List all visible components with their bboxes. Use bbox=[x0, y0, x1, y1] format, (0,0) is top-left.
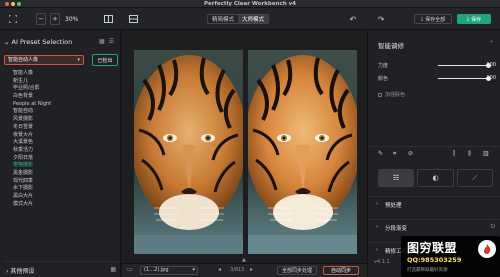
strength-slider[interactable]: 力度 100 bbox=[378, 61, 496, 69]
other-presets-label: › 其他预设 bbox=[6, 268, 35, 275]
preset-item[interactable]: 黑金摄影 bbox=[4, 170, 116, 178]
grid-view-icon[interactable]: ▦ bbox=[99, 38, 105, 45]
file-dropdown[interactable]: (1…2).jpg ▾ bbox=[140, 266, 198, 275]
chevron-right-icon: › bbox=[376, 224, 379, 230]
filmstrip-bar: ▭ (1…2).jpg ▾ ◂ 3/815 ▸ 全部同步处理 自动同步 bbox=[122, 263, 367, 277]
crop-icon[interactable]: ⌗ bbox=[393, 150, 396, 158]
preset-item[interactable]: 大溪景色 bbox=[4, 139, 116, 147]
chevron-right-icon: › bbox=[6, 268, 9, 275]
align-icon[interactable]: ⫿ bbox=[453, 150, 455, 158]
chevron-down-icon: ▾ bbox=[192, 267, 195, 273]
palette-icon: ◐ bbox=[432, 174, 439, 182]
preset-item[interactable]: 模式大片 bbox=[4, 201, 116, 209]
left-header-icons: ▦ ☰ bbox=[99, 38, 114, 45]
adjust-icon[interactable]: ⊘ bbox=[408, 150, 413, 157]
original-photo[interactable] bbox=[134, 50, 243, 254]
save-button[interactable]: ⤓ 保存 bbox=[457, 14, 491, 24]
tiger-image bbox=[134, 50, 243, 254]
split-view-icon[interactable] bbox=[128, 13, 138, 25]
preset-item[interactable]: 智能人像 bbox=[4, 70, 116, 78]
undo-icon[interactable]: ↶ bbox=[348, 13, 358, 25]
version-label: v4.1.1 bbox=[374, 259, 390, 265]
slider-track[interactable] bbox=[438, 75, 491, 81]
chevron-right-icon: › bbox=[376, 247, 379, 253]
sliders-icon: ☷ bbox=[393, 174, 400, 182]
compare-icon[interactable]: ⫼ bbox=[468, 150, 471, 158]
adjust-tabs: ☷ ◐ ⟋ bbox=[378, 169, 493, 187]
flame-logo-icon bbox=[478, 240, 496, 258]
image-workspace: ▲ bbox=[122, 30, 367, 263]
collapse-icon[interactable]: ⌃ bbox=[489, 40, 494, 47]
tab-sliders[interactable]: ☷ bbox=[378, 169, 415, 187]
download-icon: ⤓ bbox=[420, 16, 424, 22]
grid-view-icon[interactable]: ▦ bbox=[110, 266, 116, 273]
title-bar: Perfectly Clear Workbench v4 bbox=[0, 0, 500, 8]
save-label: 保存 bbox=[471, 16, 482, 23]
comparison-view bbox=[134, 50, 357, 254]
preset-item[interactable]: 冬日雪景 bbox=[4, 124, 116, 132]
zoom-out-button[interactable]: − bbox=[36, 13, 46, 25]
compare-view-icon[interactable] bbox=[103, 13, 113, 25]
mode-master-tab[interactable]: 大师模式 bbox=[238, 15, 269, 23]
filmstrip-toggle-icon[interactable]: ▭ bbox=[127, 266, 133, 273]
wand-icon: ⟋ bbox=[472, 173, 478, 182]
panel-icon[interactable]: ▥ bbox=[483, 150, 489, 157]
chevron-down-icon: ⌄ bbox=[4, 38, 10, 46]
smart-adjust-title: 智能调修 bbox=[378, 42, 404, 50]
watermark-qq: QQ:985303259 bbox=[407, 256, 462, 264]
preset-dropdown-value: 智能自动人像 bbox=[8, 57, 39, 63]
preset-item[interactable]: 毕业照/合影 bbox=[4, 85, 116, 93]
sync-all-button[interactable]: 全部同步处理 bbox=[277, 266, 317, 275]
save-all-label: 保存全部 bbox=[425, 16, 446, 23]
left-panel: ⌄ AI Preset Selection ▦ ☰ 智能自动人像 ▾ 已检出 智… bbox=[0, 30, 121, 277]
ai-preset-header[interactable]: ⌄ AI Preset Selection bbox=[4, 38, 72, 46]
chevron-right-icon: › bbox=[376, 201, 379, 207]
preset-item[interactable]: 宠物摄影 bbox=[4, 162, 116, 170]
enhance-skin-checkbox[interactable]: 加强肤色 bbox=[378, 91, 405, 98]
preset-item[interactable]: 智能自动 bbox=[4, 108, 116, 116]
processed-photo[interactable] bbox=[248, 50, 357, 254]
watermark-overlay: 图穷联盟 QQ:985303259 打造最稀缺最好资源 bbox=[401, 236, 500, 277]
watermark-title: 图穷联盟 bbox=[407, 241, 458, 255]
watermark-subtitle: 打造最稀缺最好资源 bbox=[407, 268, 448, 273]
preset-item[interactable]: 风景摄影 bbox=[4, 116, 116, 124]
toggle-icon[interactable]: ⏻ bbox=[491, 224, 495, 231]
slider-track[interactable] bbox=[438, 62, 491, 68]
toolbar: − + 30% 精简模式 大师模式 ↶ ↷ ⤓ 保存全部 ⤓ 保存 bbox=[0, 8, 500, 30]
checkbox[interactable] bbox=[378, 92, 382, 97]
other-presets-section[interactable]: › 其他预设 ▦ bbox=[4, 261, 118, 275]
next-image-icon[interactable]: ▸ bbox=[250, 266, 253, 273]
save-all-button[interactable]: ⤓ 保存全部 bbox=[414, 14, 452, 24]
preset-item[interactable]: 白色背景 bbox=[4, 93, 116, 101]
fit-screen-icon[interactable] bbox=[8, 13, 18, 25]
preset-list: 智能人像 新生儿 毕业照/合影 白色背景 People at Night 智能自动 风景摄影… bbox=[4, 70, 116, 208]
window-title: Perfectly Clear Workbench v4 bbox=[204, 1, 296, 7]
tool-icon-row: ✎ ⌗ ⊘ ⫿ ⫼ ▥ bbox=[368, 146, 500, 158]
edit-icon[interactable]: ✎ bbox=[378, 150, 383, 157]
download-icon: ⤓ bbox=[466, 16, 470, 22]
ai-preset-title: AI Preset Selection bbox=[11, 38, 73, 46]
tiger-image bbox=[248, 50, 357, 254]
tab-looks[interactable]: ◐ bbox=[417, 169, 454, 187]
preset-item[interactable]: 黑白大片 bbox=[4, 193, 116, 201]
file-counter: 3/815 bbox=[230, 267, 245, 273]
preset-dropdown[interactable]: 智能自动人像 ▾ bbox=[4, 55, 84, 65]
preset-item[interactable]: 秋季活力 bbox=[4, 147, 116, 155]
file-name: (1…2).jpg bbox=[144, 267, 169, 273]
previous-image-icon[interactable]: ◂ bbox=[218, 266, 221, 273]
redo-icon[interactable]: ↷ bbox=[376, 13, 386, 25]
zoom-in-button[interactable]: + bbox=[50, 13, 60, 25]
zoom-level: 30% bbox=[65, 15, 79, 23]
section-preprocess[interactable]: › 预处理 bbox=[368, 196, 500, 211]
apply-preset-button[interactable]: 已检出 bbox=[92, 54, 118, 66]
mode-switch: 精简模式 大师模式 bbox=[207, 14, 270, 24]
tab-effects[interactable]: ⟋ bbox=[456, 169, 493, 187]
section-gradient[interactable]: › 分段渐变 ⏻ bbox=[368, 219, 500, 234]
list-view-icon[interactable]: ☰ bbox=[109, 38, 114, 45]
color-slider[interactable]: 颜色 100 bbox=[378, 74, 496, 82]
chevron-down-icon: ▾ bbox=[77, 57, 80, 63]
mode-simple-tab[interactable]: 精简模式 bbox=[208, 15, 238, 23]
auto-sync-button[interactable]: 自动同步 bbox=[323, 266, 359, 275]
preset-item[interactable]: 水下摄影 bbox=[4, 185, 116, 193]
